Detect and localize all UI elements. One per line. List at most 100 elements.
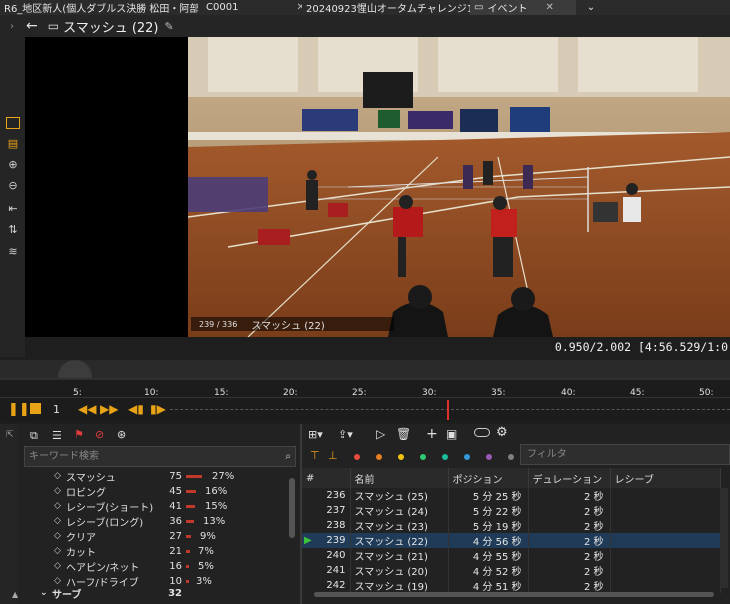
- tag-label: ヘアピン/ネット: [66, 562, 140, 574]
- table-horizontal-scrollbar[interactable]: [314, 592, 714, 597]
- pause-icon[interactable]: ❚❚: [8, 402, 30, 417]
- table-row[interactable]: 242 スマッシュ (19) 4 分 51 秒2 秒: [302, 578, 721, 593]
- color-dot-purple[interactable]: [486, 454, 492, 460]
- color-dot-blue[interactable]: [464, 454, 470, 460]
- tree-row[interactable]: ◇ レシーブ(ロング) 36 13%: [0, 514, 300, 529]
- trash-icon[interactable]: 🗑: [396, 427, 411, 441]
- save-icon[interactable]: ▣: [446, 427, 457, 441]
- scrub-bar[interactable]: [0, 360, 730, 394]
- split-frame-icon[interactable]: ▤: [6, 137, 20, 151]
- timeline-ruler[interactable]: 5: 10: 15: 20: 25: 30: 35: 40: 45: 50:: [0, 380, 730, 398]
- layers-icon[interactable]: ≋: [6, 245, 20, 259]
- tree-scrollbar[interactable]: [289, 478, 295, 538]
- gear-icon[interactable]: ⚙: [496, 425, 508, 440]
- stop-icon[interactable]: [30, 403, 41, 414]
- row-position: 4 分 55 秒: [448, 548, 529, 563]
- color-dot-gray[interactable]: [508, 454, 514, 460]
- row-duration: 2 秒: [528, 563, 611, 578]
- speed-value[interactable]: 1: [53, 403, 60, 416]
- tag-bar: [186, 520, 194, 523]
- tab-event[interactable]: ▭ イベント ✕: [470, 0, 576, 15]
- table-row[interactable]: 236 スマッシュ (25) 5 分 25 秒2 秒: [302, 488, 721, 503]
- color-dot-teal[interactable]: [442, 454, 448, 460]
- tab-c0001[interactable]: C0001 ✕: [198, 0, 302, 15]
- color-dot-red[interactable]: [354, 454, 360, 460]
- tag-pct: 9%: [200, 530, 216, 542]
- tag-remove-icon[interactable]: ⊘: [95, 428, 104, 441]
- collapse-icon[interactable]: ⇱: [6, 430, 14, 440]
- row-position: 4 分 52 秒: [448, 563, 529, 578]
- playhead-marker[interactable]: [447, 400, 449, 420]
- export-icon[interactable]: ⇪▾: [338, 428, 353, 441]
- chevron-down-icon[interactable]: ⌄: [40, 588, 48, 598]
- list-icon[interactable]: ☰: [52, 429, 62, 442]
- tree-row[interactable]: ◇ スマッシュ 75 27%: [0, 469, 300, 484]
- table-vertical-scrollbar[interactable]: [720, 488, 728, 588]
- chevron-right-icon[interactable]: ›: [10, 21, 14, 32]
- tab-match[interactable]: R6_地区新人(個人ダブルス決勝 松田・阿部)✕: [0, 0, 198, 15]
- row-duration: 2 秒: [528, 533, 611, 548]
- keyword-search-input[interactable]: キーワード検索 ⌕: [24, 446, 296, 467]
- tab-autumn[interactable]: 20240923惺山オータムチャレンジ1✕: [302, 0, 470, 15]
- flag-icon[interactable]: ⚑: [74, 428, 84, 441]
- tree-row[interactable]: ◇ レシーブ(ショート) 41 15%: [0, 499, 300, 514]
- search-icon[interactable]: ⌕: [285, 447, 291, 466]
- column-header[interactable]: ポジション: [448, 468, 529, 488]
- table-row[interactable]: 241 スマッシュ (20) 4 分 52 秒2 秒: [302, 563, 721, 578]
- tab-overflow[interactable]: ⌄: [576, 0, 606, 15]
- column-header[interactable]: デュレーション: [528, 468, 611, 488]
- clip-counter: 239 / 336: [199, 319, 238, 329]
- plus-icon[interactable]: +: [426, 426, 438, 442]
- row-number: 237: [302, 503, 351, 518]
- tree-row[interactable]: ◇ クリア 27 9%: [0, 529, 300, 544]
- copy-icon[interactable]: ⧉: [30, 429, 38, 443]
- column-header[interactable]: レシーブ: [610, 468, 721, 488]
- tag-count: 36: [169, 515, 182, 527]
- fast-forward-icon[interactable]: ▶▶: [100, 402, 118, 416]
- tag-count: 75: [169, 470, 182, 482]
- event-track[interactable]: [170, 409, 730, 410]
- filter-input[interactable]: フィルタ: [520, 444, 730, 465]
- color-dot-green[interactable]: [420, 454, 426, 460]
- tag-bar: [186, 505, 195, 508]
- tag-edit-icon[interactable]: ⊛: [117, 428, 126, 441]
- back-arrow-icon[interactable]: ←: [26, 18, 38, 34]
- column-header[interactable]: #: [302, 468, 351, 488]
- next-event-icon[interactable]: ▮▶: [150, 402, 166, 416]
- zoom-in-icon[interactable]: ⊕: [6, 158, 20, 172]
- add-clip-icon[interactable]: ⊞▾: [308, 428, 323, 441]
- table-row[interactable]: 237 スマッシュ (24) 5 分 22 秒2 秒: [302, 503, 721, 518]
- table-row[interactable]: 238 スマッシュ (23) 5 分 19 秒2 秒: [302, 518, 721, 533]
- zoom-out-icon[interactable]: ⊖: [6, 179, 20, 193]
- tree-row[interactable]: ◇ ロビング 45 16%: [0, 484, 300, 499]
- single-frame-icon[interactable]: [6, 117, 20, 129]
- tree-row[interactable]: ◇ ヘアピン/ネット 16 5%: [0, 559, 300, 574]
- row-receive: [610, 563, 721, 578]
- ruler-tick-label: 50:: [699, 388, 714, 398]
- tag-label: スマッシュ: [66, 472, 116, 484]
- table-row-selected[interactable]: ▶ 239 スマッシュ (22) 4 分 56 秒2 秒: [302, 533, 721, 548]
- tree-group-row[interactable]: ⌄ サーブ 32: [0, 586, 300, 601]
- previous-event-icon[interactable]: ◀▮: [128, 402, 144, 416]
- tree-row[interactable]: ◇ カット 21 7%: [0, 544, 300, 559]
- search-placeholder: キーワード検索: [29, 451, 99, 462]
- align-bottom-icon[interactable]: ⊥: [328, 449, 338, 462]
- table-row[interactable]: 240 スマッシュ (21) 4 分 55 秒2 秒: [302, 548, 721, 563]
- color-dot-orange[interactable]: [376, 454, 382, 460]
- column-header[interactable]: 名前: [350, 468, 449, 488]
- scroll-up-icon[interactable]: ▲: [12, 590, 18, 599]
- align-top-icon[interactable]: ⊤: [310, 449, 320, 462]
- toggle-switch[interactable]: [474, 428, 490, 437]
- close-icon[interactable]: ✕: [545, 2, 553, 13]
- video-frame[interactable]: [188, 37, 730, 337]
- play-icon[interactable]: ▷: [376, 427, 385, 441]
- pencil-icon[interactable]: ✎: [165, 20, 174, 33]
- tag-panel: ⇱ ⧉ ☰ ⚑ ⊘ ⊛ キーワード検索 ⌕ ◇ スマッシュ 75 27% ◇ ロビング 45…: [0, 424, 300, 604]
- tag-bar: [186, 565, 189, 568]
- fit-width-icon[interactable]: ⇤: [6, 202, 20, 216]
- video-letterbox: [25, 37, 188, 337]
- row-duration: 2 秒: [528, 488, 611, 503]
- sort-icon[interactable]: ⇅: [6, 223, 20, 237]
- color-dot-yellow[interactable]: [398, 454, 404, 460]
- rewind-icon[interactable]: ◀◀: [78, 402, 96, 416]
